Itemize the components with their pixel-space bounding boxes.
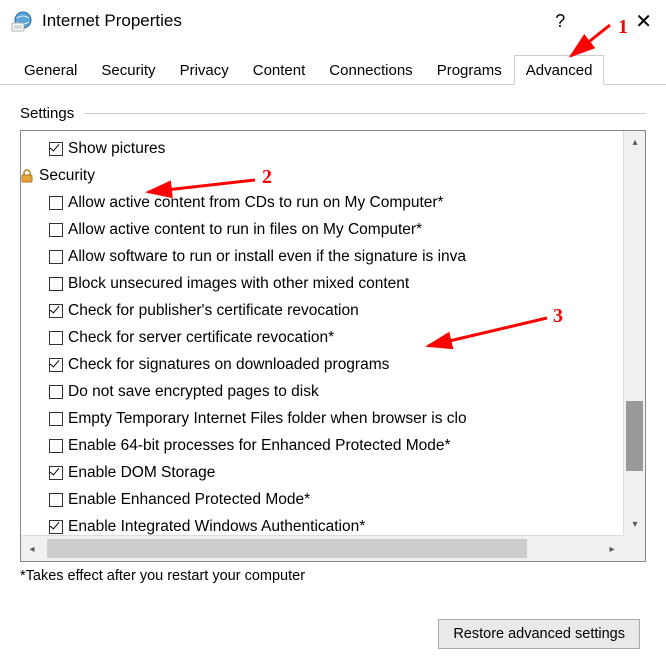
list-item[interactable]: Enable 64-bit processes for Enhanced Pro… [29,432,645,459]
tab-content[interactable]: Content [241,55,318,85]
checkbox-label: Check for publisher's certificate revoca… [68,302,359,320]
settings-listbox: Show pictures Security Allow active conten… [20,130,646,562]
checkbox-label: Do not save encrypted pages to disk [68,383,319,401]
checkbox-label: Allow active content from CDs to run on … [68,194,444,212]
scroll-thumb-horizontal[interactable] [47,539,527,558]
list-item[interactable]: Enable Enhanced Protected Mode* [29,486,645,513]
tabs: General Security Privacy Content Connect… [0,54,666,85]
list-item[interactable]: Allow active content to run in files on … [29,216,645,243]
checkbox[interactable] [49,331,63,345]
checkbox-label: Allow software to run or install even if… [68,248,466,266]
settings-section: Settings Show pictures Security Allow acti… [20,105,646,562]
vertical-scrollbar[interactable]: ▴ ▾ [623,131,645,535]
checkbox[interactable] [49,466,63,480]
checkbox[interactable] [49,412,63,426]
list-item[interactable]: Allow active content from CDs to run on … [29,189,645,216]
scroll-left-icon[interactable]: ◂ [21,536,43,562]
checkbox-label: Show pictures [68,140,165,158]
checkbox[interactable] [49,223,63,237]
checkbox[interactable] [49,439,63,453]
close-icon[interactable]: ✕ [635,9,652,34]
divider [84,113,646,114]
window-title: Internet Properties [42,11,555,31]
checkbox[interactable] [49,385,63,399]
list-item[interactable]: Empty Temporary Internet Files folder wh… [29,405,645,432]
list-item[interactable]: Block unsecured images with other mixed … [29,270,645,297]
checkbox[interactable] [49,493,63,507]
checkbox[interactable] [49,196,63,210]
tab-privacy[interactable]: Privacy [168,55,241,85]
scroll-thumb-vertical[interactable] [626,401,643,471]
list-item[interactable]: Check for server certificate revocation* [29,324,645,351]
tab-security[interactable]: Security [89,55,167,85]
checkbox[interactable] [49,277,63,291]
checkbox[interactable] [49,142,63,156]
tab-connections[interactable]: Connections [317,55,424,85]
titlebar: Internet Properties ? ✕ [0,0,666,42]
category-label: Security [39,167,95,185]
list-item[interactable]: Security [21,162,645,189]
list-item[interactable]: Check for signatures on downloaded progr… [29,351,645,378]
restore-advanced-button[interactable]: Restore advanced settings [438,619,640,649]
checkbox-label: Check for server certificate revocation* [68,329,334,347]
scroll-up-icon[interactable]: ▴ [624,131,646,153]
scroll-corner [623,535,645,561]
checkbox[interactable] [49,358,63,372]
help-icon[interactable]: ? [555,11,565,32]
list-item[interactable]: Do not save encrypted pages to disk [29,378,645,405]
horizontal-scrollbar[interactable]: ◂ ▸ [21,535,623,561]
list-item[interactable]: Enable DOM Storage [29,459,645,486]
tab-advanced[interactable]: Advanced [514,55,605,85]
checkbox-label: Enable Enhanced Protected Mode* [68,491,310,509]
tab-general[interactable]: General [12,55,89,85]
list-item[interactable]: Show pictures [29,135,645,162]
checkbox-label: Empty Temporary Internet Files folder wh… [68,410,467,428]
restart-note: *Takes effect after you restart your com… [20,568,646,584]
list-item[interactable]: Check for publisher's certificate revoca… [29,297,645,324]
globe-icon [10,9,34,33]
checkbox[interactable] [49,520,63,534]
checkbox-label: Check for signatures on downloaded progr… [68,356,389,374]
checkbox-label: Enable DOM Storage [68,464,215,482]
checkbox-label: Block unsecured images with other mixed … [68,275,409,293]
scroll-right-icon[interactable]: ▸ [601,536,623,562]
list-item[interactable]: Enable Integrated Windows Authentication… [29,513,645,537]
list-item[interactable]: Allow software to run or install even if… [29,243,645,270]
lock-icon [21,168,35,184]
settings-list[interactable]: Show pictures Security Allow active conten… [21,131,645,537]
tab-programs[interactable]: Programs [425,55,514,85]
checkbox-label: Allow active content to run in files on … [68,221,422,239]
scroll-down-icon[interactable]: ▾ [624,513,646,535]
checkbox[interactable] [49,304,63,318]
settings-heading: Settings [20,105,74,122]
checkbox[interactable] [49,250,63,264]
checkbox-label: Enable 64-bit processes for Enhanced Pro… [68,437,451,455]
checkbox-label: Enable Integrated Windows Authentication… [68,518,365,536]
